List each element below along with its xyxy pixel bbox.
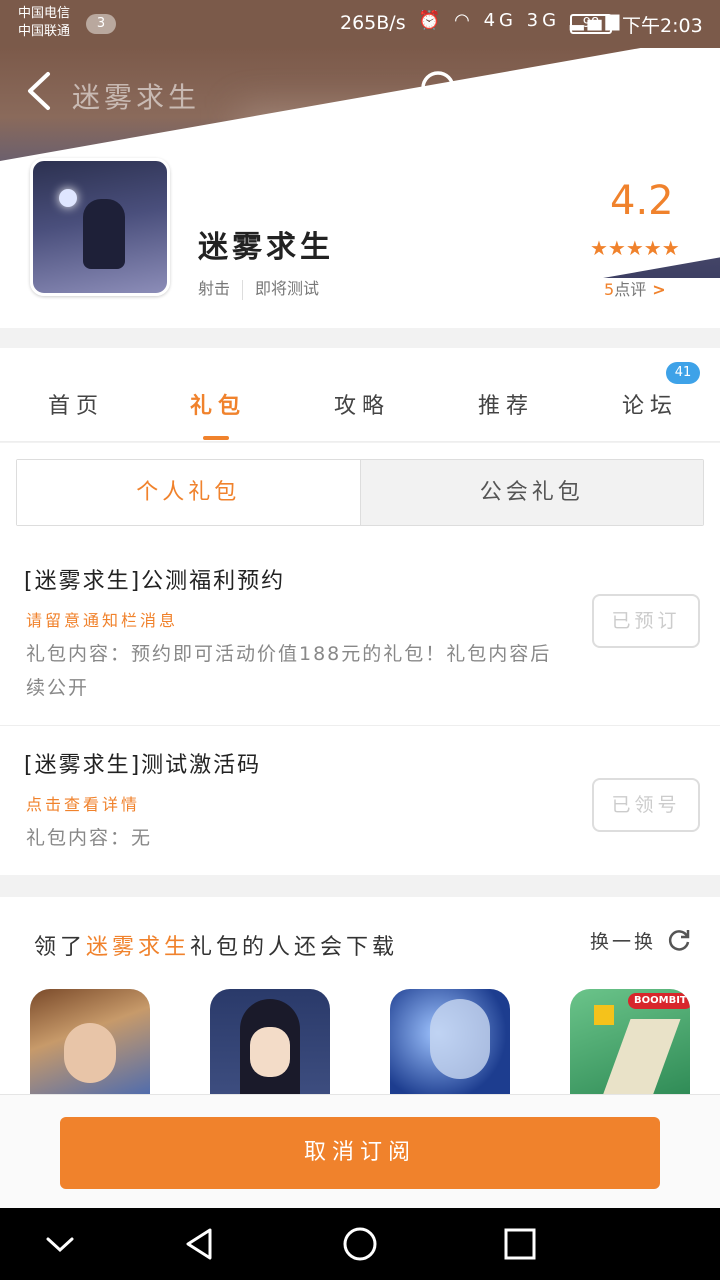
back-button[interactable] bbox=[22, 68, 62, 114]
gift-subtitle: 点击查看详情 bbox=[26, 795, 141, 814]
download-icon bbox=[500, 70, 544, 114]
review-label: 点评 bbox=[614, 280, 647, 299]
tab-home[interactable]: 首页 bbox=[48, 388, 104, 420]
clock: 下午2:03 bbox=[622, 15, 703, 37]
toolbar: 迷雾求生 bbox=[0, 48, 720, 136]
reviews-link[interactable]: 5点评 > bbox=[604, 276, 666, 300]
bottom-action-bar: 取消订阅 bbox=[0, 1094, 720, 1208]
battery-icon: 98 bbox=[570, 14, 612, 34]
tag-status[interactable]: 即将测试 bbox=[255, 275, 319, 299]
tab-recommend[interactable]: 推荐 bbox=[478, 388, 534, 420]
carrier-labels: 中国电信 中国联通 bbox=[18, 5, 70, 41]
gift-type-switch: 个人礼包 公会礼包 bbox=[16, 459, 704, 526]
app-name: 迷雾求生 bbox=[198, 230, 334, 265]
nav-home-button[interactable] bbox=[340, 1224, 380, 1264]
app-icon bbox=[30, 158, 170, 296]
tab-guide[interactable]: 攻略 bbox=[334, 388, 390, 420]
triangle-back-icon bbox=[186, 1228, 212, 1260]
claimed-button[interactable]: 已领号 bbox=[592, 778, 700, 832]
bookmark-check-icon bbox=[580, 70, 622, 114]
tag-genre[interactable]: 射击 bbox=[198, 275, 230, 299]
recommend-section: 领了迷雾求生礼包的人还会下载 换一换 BOOMBIT bbox=[0, 897, 720, 1099]
network-speed: 265B/s bbox=[340, 12, 406, 34]
tab-gift[interactable]: 礼包 bbox=[190, 388, 246, 420]
more-vertical-icon bbox=[676, 70, 688, 114]
app-detail-page: 中国电信 中国联通 3 265B/s ⏰ ◠ 4G 3G ▂▄▆ 98 下午2:… bbox=[0, 0, 720, 1280]
nav-collapse-button[interactable] bbox=[40, 1224, 80, 1264]
nav-recents-button[interactable] bbox=[500, 1224, 540, 1264]
system-nav-bar bbox=[0, 1208, 720, 1280]
gift-title: [迷雾求生]测试激活码 bbox=[24, 753, 262, 778]
chevron-left-icon bbox=[28, 72, 50, 110]
carrier-1: 中国电信 bbox=[18, 6, 71, 21]
rating-score: 4.2 bbox=[610, 178, 674, 224]
tab-indicator bbox=[203, 436, 229, 440]
game-thumb-2[interactable] bbox=[210, 989, 330, 1099]
reserved-button[interactable]: 已预订 bbox=[592, 594, 700, 648]
more-button[interactable] bbox=[658, 68, 706, 116]
search-button[interactable] bbox=[418, 68, 466, 116]
game-thumb-4[interactable]: BOOMBIT bbox=[570, 989, 690, 1099]
circle-home-icon bbox=[343, 1227, 377, 1261]
game-thumb-1[interactable] bbox=[30, 989, 150, 1099]
nav-back-button[interactable] bbox=[180, 1224, 220, 1264]
cancel-subscription-button[interactable]: 取消订阅 bbox=[60, 1117, 660, 1189]
tab-forum[interactable]: 论坛 bbox=[622, 388, 678, 420]
divider bbox=[0, 725, 720, 726]
gift-section: 个人礼包 公会礼包 [迷雾求生]公测福利预约 请留意通知栏消息 礼包内容：预约即… bbox=[0, 443, 720, 875]
guild-gift-tab[interactable]: 公会礼包 bbox=[359, 460, 703, 525]
refresh-icon[interactable] bbox=[666, 927, 692, 953]
tab-bar: 首页 礼包 攻略 推荐 论坛 41 bbox=[0, 348, 720, 442]
gift-subtitle: 请留意通知栏消息 bbox=[26, 611, 179, 630]
boombit-label: BOOMBIT bbox=[628, 993, 690, 1009]
app-tags: 射击 即将测试 bbox=[198, 275, 319, 300]
toolbar-title: 迷雾求生 bbox=[72, 81, 201, 114]
bookmark-button[interactable] bbox=[578, 68, 626, 116]
notification-count: 3 bbox=[86, 14, 116, 34]
forum-badge: 41 bbox=[666, 362, 700, 384]
square-recents-icon bbox=[504, 1228, 536, 1260]
chevron-down-icon bbox=[46, 1237, 74, 1253]
recommend-title: 领了迷雾求生礼包的人还会下载 bbox=[34, 935, 399, 960]
carrier-2: 中国联通 bbox=[18, 24, 71, 39]
refresh-button[interactable]: 换一换 bbox=[590, 927, 656, 954]
search-icon bbox=[421, 71, 464, 114]
game-thumb-3[interactable] bbox=[390, 989, 510, 1099]
personal-gift-tab[interactable]: 个人礼包 bbox=[17, 460, 360, 525]
gift-content: 礼包内容：无 bbox=[26, 827, 153, 849]
status-bar: 中国电信 中国联通 3 265B/s ⏰ ◠ 4G 3G ▂▄▆ 98 下午2:… bbox=[0, 0, 720, 48]
download-button[interactable] bbox=[498, 68, 546, 116]
gift-content: 礼包内容：预约即可活动价值188元的礼包！礼包内容后续公开 bbox=[26, 643, 552, 699]
gift-title: [迷雾求生]公测福利预约 bbox=[24, 569, 286, 594]
chevron-right-icon: > bbox=[652, 280, 666, 299]
review-count: 5 bbox=[604, 280, 615, 299]
star-rating-icon: ★★★★★ bbox=[590, 236, 680, 260]
